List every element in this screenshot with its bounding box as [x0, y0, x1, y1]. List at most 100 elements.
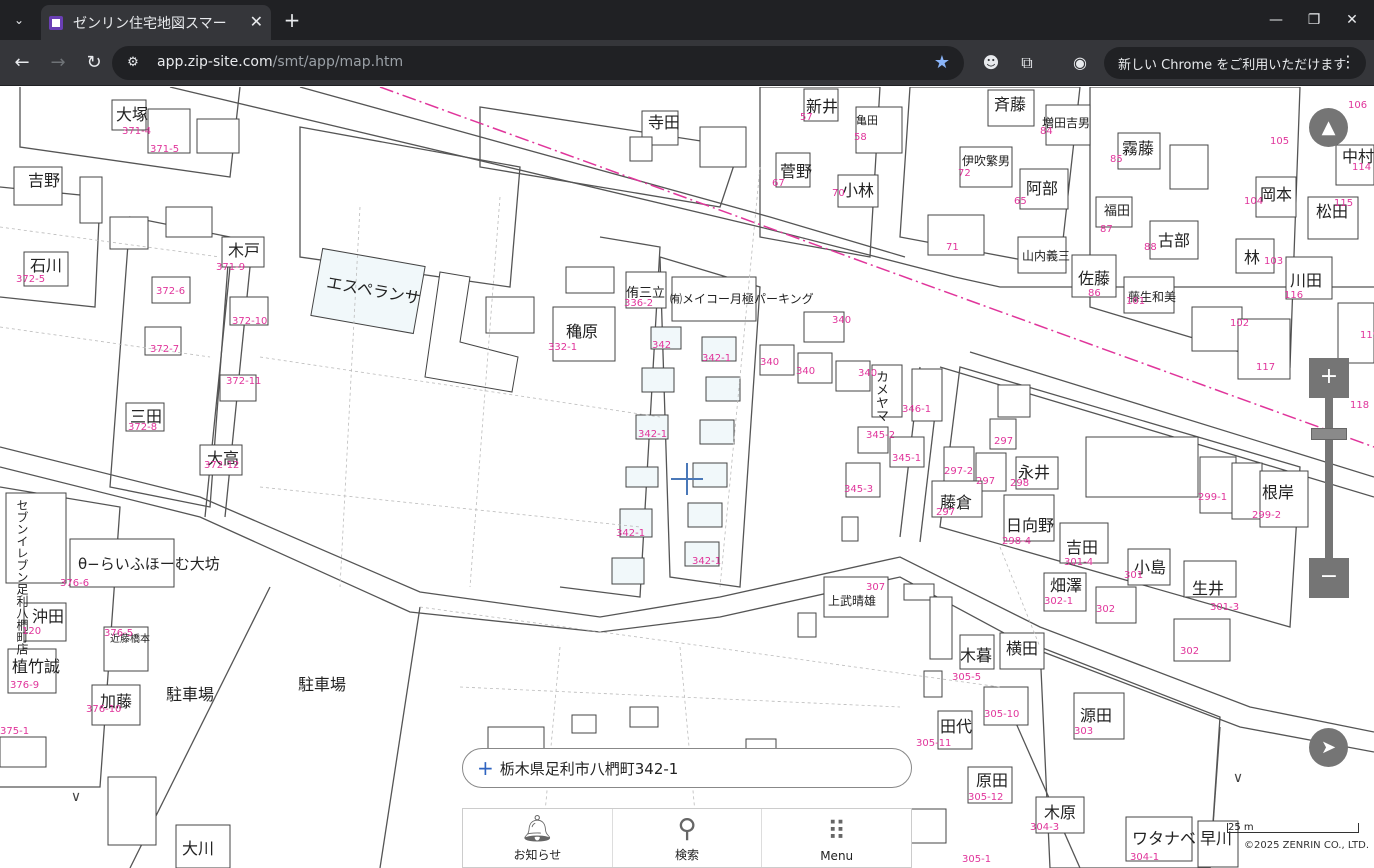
map-canvas[interactable]: 大塚 吉野 石川 三田 大高 木戸 エスペランサ 穐原 侑三立 ㈲メイコー月極パ… [0, 87, 1374, 868]
parcel-number: 371-4 [122, 126, 152, 137]
parcel-number: 85 [1110, 154, 1123, 165]
parcel-number: 298 [1010, 478, 1030, 489]
parcel-number: 371-9 [216, 262, 246, 273]
parcel-number: 307 [866, 582, 886, 593]
parcel-number: 71 [946, 242, 959, 253]
map-label: 大塚 [116, 105, 149, 124]
reload-icon[interactable]: ↻ [82, 51, 106, 75]
restore-icon[interactable]: ❐ [1302, 8, 1326, 32]
extension-avatar-icon[interactable]: ☻ [979, 51, 1003, 75]
parcel-number: 117 [1256, 362, 1276, 373]
map-label: 田代 [940, 717, 973, 736]
window-close-icon[interactable]: ✕ [1340, 8, 1364, 32]
parcel-number: 305-10 [984, 709, 1020, 720]
parcel-number: 346-1 [902, 404, 932, 415]
parcel-number: 372-10 [232, 316, 268, 327]
menu-button[interactable]: ⠿ Menu [762, 809, 911, 867]
parcel-number: 65 [1014, 196, 1027, 207]
map-label: 早川 [1200, 829, 1233, 848]
parcel-number: 119 [1360, 330, 1374, 341]
parcel-number: 87 [1100, 224, 1113, 235]
map-label: 寺田 [648, 113, 681, 132]
parcel-number: 302 [1096, 604, 1116, 615]
parcel-number: 345-2 [866, 430, 896, 441]
parcel-number: 376-6 [60, 578, 90, 589]
map-label: 佐藤 [1078, 269, 1111, 288]
chevron-down-icon[interactable]: ∨ [1228, 770, 1248, 790]
update-notice-text: 新しい Chrome をご利用いただけます [1118, 57, 1347, 73]
zoom-in-button[interactable]: + [1309, 358, 1349, 398]
tab-search-chevron-icon[interactable]: ⌄ [6, 8, 32, 32]
back-arrow-icon[interactable]: ← [10, 51, 34, 75]
parcel-number: 116 [1284, 290, 1304, 301]
search-icon: ⚲ [677, 814, 697, 844]
map-label: 上武晴雄 [828, 594, 877, 608]
address-bar[interactable]: ⚙ app.zip-site.com/smt/app/map.htm ★ [112, 46, 964, 80]
map-label: 木暮 [960, 646, 993, 665]
parcel-number: 345-1 [892, 453, 922, 464]
parcel-number: 72 [958, 168, 971, 179]
notice-button[interactable]: 🔔︎ お知らせ [463, 809, 613, 867]
parcel-number: 340 [760, 357, 780, 368]
map-label: 日向野 [1006, 516, 1055, 535]
map-label: 福田 [1104, 204, 1131, 219]
zoom-slider-handle[interactable] [1311, 428, 1347, 440]
parcel-number: 376-10 [86, 704, 122, 715]
parcel-number: 342-1 [692, 556, 722, 567]
map-label: 駐車場 [298, 675, 347, 694]
browser-toolbar: ← → ↻ ⚙ app.zip-site.com/smt/app/map.htm… [0, 40, 1374, 86]
address-display[interactable]: + 栃木県足利市八椚町342-1 [462, 748, 912, 788]
map-label: 石川 [30, 256, 63, 275]
minimize-icon[interactable]: — [1264, 8, 1288, 32]
map-label: 小林 [842, 181, 875, 200]
search-button[interactable]: ⚲ 検索 [613, 809, 763, 867]
map-label: 沖田 [32, 607, 65, 626]
parcel-number: 304-3 [1030, 822, 1060, 833]
map-label: 岡本 [1260, 185, 1293, 204]
parcel-number: 106 [1348, 100, 1368, 111]
map-label: 林 [1244, 248, 1261, 267]
map-label: 霧藤 [1122, 139, 1155, 158]
chrome-update-button[interactable]: 新しい Chrome をご利用いただけます ⋮ [1104, 47, 1366, 79]
address-text: 栃木県足利市八椚町342-1 [499, 759, 679, 778]
bookmark-star-icon[interactable]: ★ [934, 52, 950, 73]
parcel-number: 332-1 [548, 342, 578, 353]
parcel-number: 297-2 [944, 466, 974, 477]
forward-arrow-icon[interactable]: → [46, 51, 70, 75]
compass-icon[interactable]: ▲ [1309, 108, 1348, 147]
parcel-number: 297 [994, 436, 1014, 447]
browser-tab[interactable]: ゼンリン住宅地図スマー ✕ [41, 5, 271, 40]
parcel-number: 115 [1334, 198, 1354, 209]
parcel-number: 301-3 [1210, 602, 1240, 613]
parcel-number: 58 [854, 132, 867, 143]
parcel-number: 371-5 [150, 144, 180, 155]
map-label: 植竹誠 [12, 657, 61, 676]
parcel-number: 88 [1144, 242, 1157, 253]
more-menu-icon[interactable]: ⋮ [1340, 52, 1356, 71]
zoom-out-button[interactable]: − [1309, 558, 1349, 598]
parcel-number: 298-4 [1002, 536, 1032, 547]
map-label: 川田 [1290, 271, 1323, 290]
navigate-arrow-icon[interactable]: ➤ [1309, 728, 1348, 767]
map-label: 伊吹繁男 [962, 154, 1011, 168]
copyright-text: ©2025 ZENRIN CO., LTD. [1244, 840, 1369, 851]
map-label: 亀田 [856, 114, 878, 127]
map-label: 大川 [182, 839, 215, 858]
parcel-number: 375-1 [0, 726, 30, 737]
parcel-number: 303 [1074, 726, 1094, 737]
parcel-number: 342-1 [638, 429, 668, 440]
parcel-number: 86 [1088, 288, 1101, 299]
profile-icon[interactable]: ◉ [1068, 51, 1092, 75]
tab-close-icon[interactable]: ✕ [250, 13, 263, 31]
parcel-number: 376-9 [10, 680, 40, 691]
chevron-down-icon[interactable]: ∨ [66, 789, 86, 809]
site-info-icon[interactable]: ⚙ [124, 54, 142, 72]
url-text[interactable]: app.zip-site.com/smt/app/map.htm [157, 54, 403, 70]
parcel-number: 305-11 [916, 738, 952, 749]
parcel-number: 301 [1124, 570, 1144, 581]
map-label: 畑澤 [1050, 576, 1083, 595]
extensions-puzzle-icon[interactable]: ⧉ [1015, 51, 1039, 75]
new-tab-button[interactable]: + [282, 8, 302, 32]
parcel-number: 304-1 [1130, 852, 1160, 863]
zoom-slider[interactable] [1325, 398, 1333, 558]
